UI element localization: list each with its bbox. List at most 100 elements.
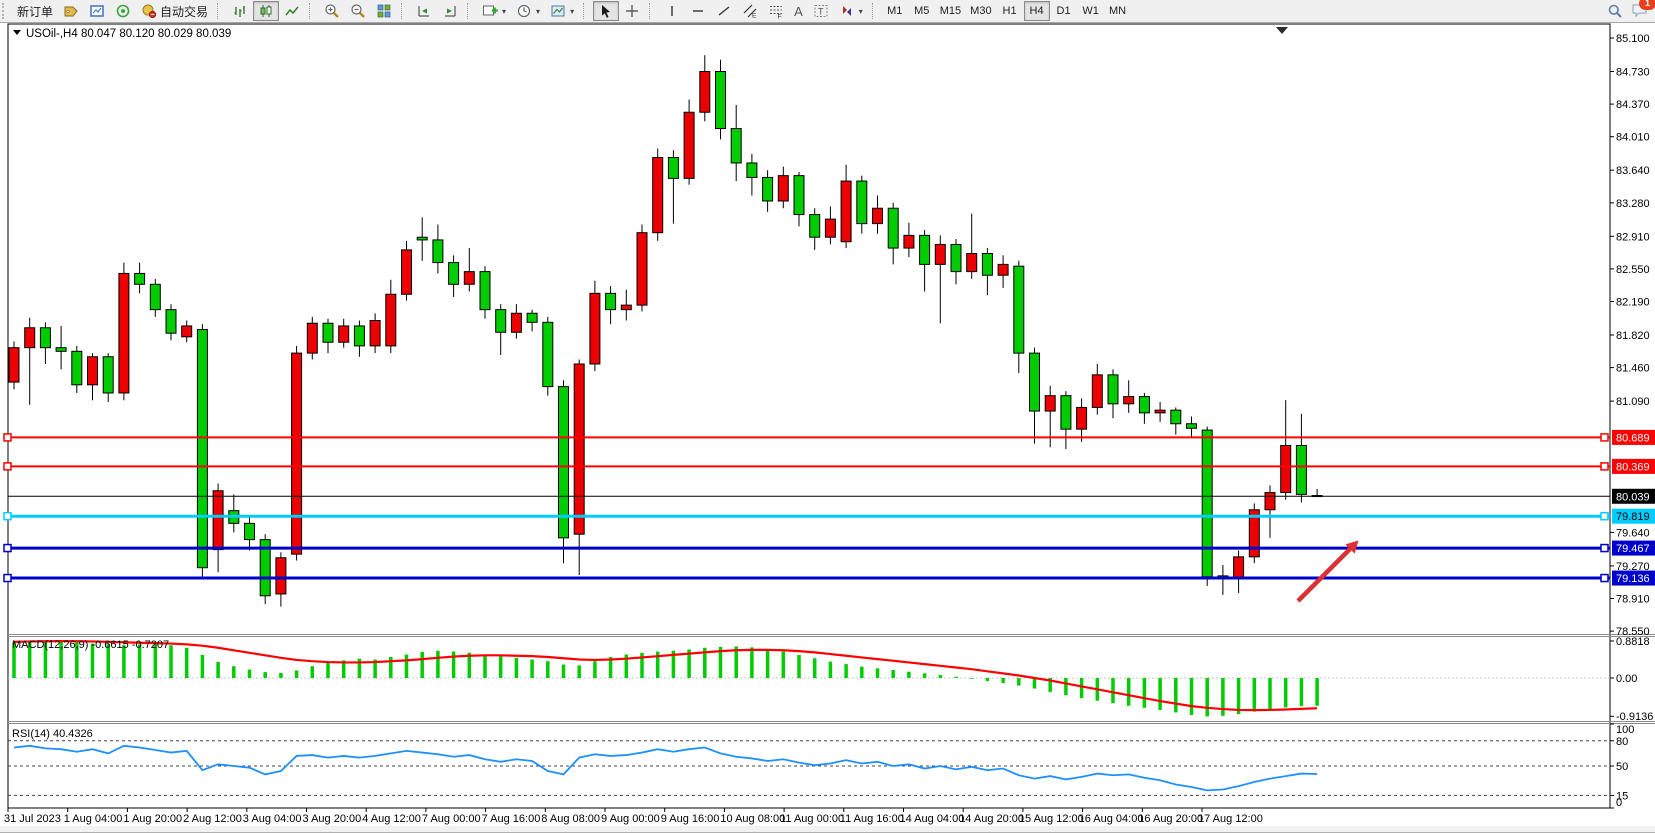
chart-frame xyxy=(8,24,1610,808)
date-label: 7 Aug 16:00 xyxy=(482,813,541,825)
line-handle xyxy=(4,463,11,470)
timeframe-h1[interactable]: H1 xyxy=(997,1,1023,21)
timeframe-m5[interactable]: M5 xyxy=(909,1,935,21)
auto-scroll-button[interactable] xyxy=(411,1,437,21)
date-label: 17 Aug 12:00 xyxy=(1198,813,1263,825)
bar-chart-button[interactable] xyxy=(227,1,253,21)
candle-down xyxy=(1296,445,1306,494)
equidistant-channel-icon: E xyxy=(742,3,758,19)
line-handle xyxy=(1601,575,1608,582)
chart-area[interactable]: 85.10084.73084.37084.01083.64083.28082.9… xyxy=(0,22,1655,832)
candlestick-chart-button[interactable] xyxy=(253,1,279,21)
candle-down xyxy=(920,235,930,264)
candle-up xyxy=(402,250,412,294)
text-tool[interactable]: A xyxy=(789,1,808,21)
horizontal-line-icon xyxy=(690,3,706,19)
bottom-strip xyxy=(0,826,1655,832)
line-handle xyxy=(4,575,11,582)
date-label: 14 Aug 04:00 xyxy=(900,813,965,825)
search-icon[interactable] xyxy=(1607,3,1623,19)
candle-up xyxy=(25,328,35,348)
price-tick-label: 79.640 xyxy=(1616,527,1650,539)
zoom-out-button[interactable] xyxy=(345,1,371,21)
price-tick-label: 81.090 xyxy=(1616,396,1650,408)
svg-text:T: T xyxy=(818,7,824,17)
timeframe-d1[interactable]: D1 xyxy=(1051,1,1077,21)
candle-down xyxy=(888,208,898,248)
candle-up xyxy=(1077,407,1087,429)
tile-windows-button[interactable] xyxy=(371,1,397,21)
line-chart-button[interactable] xyxy=(279,1,305,21)
price-tick-label: 82.550 xyxy=(1616,264,1650,276)
candle-down xyxy=(245,523,255,539)
candle-down xyxy=(323,323,333,342)
zoom-out-icon xyxy=(350,3,366,19)
price-tick-label: 82.190 xyxy=(1616,297,1650,309)
timeframe-m15[interactable]: M15 xyxy=(936,1,965,21)
candle-down xyxy=(951,244,961,271)
horizontal-line-tool[interactable] xyxy=(685,1,711,21)
candle-down xyxy=(747,163,757,177)
date-label: 11 Aug 16:00 xyxy=(840,813,904,825)
time-scale[interactable]: 31 Jul 20231 Aug 04:001 Aug 20:002 Aug 1… xyxy=(4,808,1263,825)
clock-icon xyxy=(516,3,532,19)
cursor-button[interactable] xyxy=(593,1,619,21)
text-label-tool[interactable]: T xyxy=(808,1,834,21)
price-tick-label: 82.910 xyxy=(1616,231,1650,243)
notifications-button[interactable]: 1 xyxy=(1631,2,1649,21)
timeframe-mn[interactable]: MN xyxy=(1105,1,1131,21)
arrows-shapes-icon xyxy=(839,3,855,19)
timeframe-toolbar: M1M5M15M30H1H4D1W1MN xyxy=(882,1,1131,21)
chevron-down-icon: ▾ xyxy=(536,7,540,16)
trendline-tool[interactable] xyxy=(711,1,737,21)
price-badge-label: 79.467 xyxy=(1616,543,1650,555)
candle-up xyxy=(307,323,317,353)
signals-button[interactable] xyxy=(110,1,136,21)
date-label: 1 Aug 04:00 xyxy=(64,813,123,825)
candle-up xyxy=(1092,375,1102,408)
vertical-line-tool[interactable] xyxy=(659,1,685,21)
candle-up xyxy=(1265,493,1275,510)
separator xyxy=(467,3,474,19)
rsi-tick-label: 80 xyxy=(1616,736,1628,748)
terminal-button[interactable] xyxy=(84,1,110,21)
new-chart-button[interactable]: ▾ xyxy=(477,1,511,21)
candle-up xyxy=(1234,557,1244,579)
channel-tool[interactable]: E xyxy=(737,1,763,21)
chart-shift-icon xyxy=(442,3,458,19)
candle-up xyxy=(1281,445,1291,492)
new-order-button[interactable]: 新订单 xyxy=(12,1,58,21)
timeframe-m1[interactable]: M1 xyxy=(882,1,908,21)
date-label: 3 Aug 20:00 xyxy=(303,813,362,825)
line-handle xyxy=(1601,434,1608,441)
auto-trading-button[interactable]: 自动交易 xyxy=(136,1,213,21)
candle-down xyxy=(135,273,145,284)
chart-shift-button[interactable] xyxy=(437,1,463,21)
chevron-down-icon: ▾ xyxy=(502,7,506,16)
timeframe-w1[interactable]: W1 xyxy=(1078,1,1104,21)
new-chart-icon xyxy=(482,3,498,19)
timeframe-h4[interactable]: H4 xyxy=(1024,1,1050,21)
templates-button[interactable]: ▾ xyxy=(545,1,579,21)
candle-up xyxy=(511,313,521,332)
arrows-tool[interactable]: ▾ xyxy=(834,1,868,21)
mt4-window: 新订单 自动交易 xyxy=(0,0,1655,833)
candle-up xyxy=(653,158,663,233)
period-button[interactable]: ▾ xyxy=(511,1,545,21)
auto-trading-label: 自动交易 xyxy=(160,3,208,20)
tile-windows-icon xyxy=(376,3,392,19)
candle-up xyxy=(873,208,883,223)
timeframe-m30[interactable]: M30 xyxy=(966,1,995,21)
green-signal-icon xyxy=(115,3,131,19)
date-label: 11 Aug 00:00 xyxy=(780,813,844,825)
price-tick-label: 84.010 xyxy=(1616,132,1650,144)
rsi-tick-label: 100 xyxy=(1616,724,1634,736)
crosshair-button[interactable] xyxy=(619,1,645,21)
zoom-in-button[interactable] xyxy=(319,1,345,21)
fibonacci-tool[interactable]: F xyxy=(763,1,789,21)
date-label: 9 Aug 00:00 xyxy=(601,813,660,825)
line-handle xyxy=(1601,513,1608,520)
candle-down xyxy=(496,310,506,333)
market-watch-button[interactable] xyxy=(58,1,84,21)
price-tick-label: 83.640 xyxy=(1616,165,1650,177)
